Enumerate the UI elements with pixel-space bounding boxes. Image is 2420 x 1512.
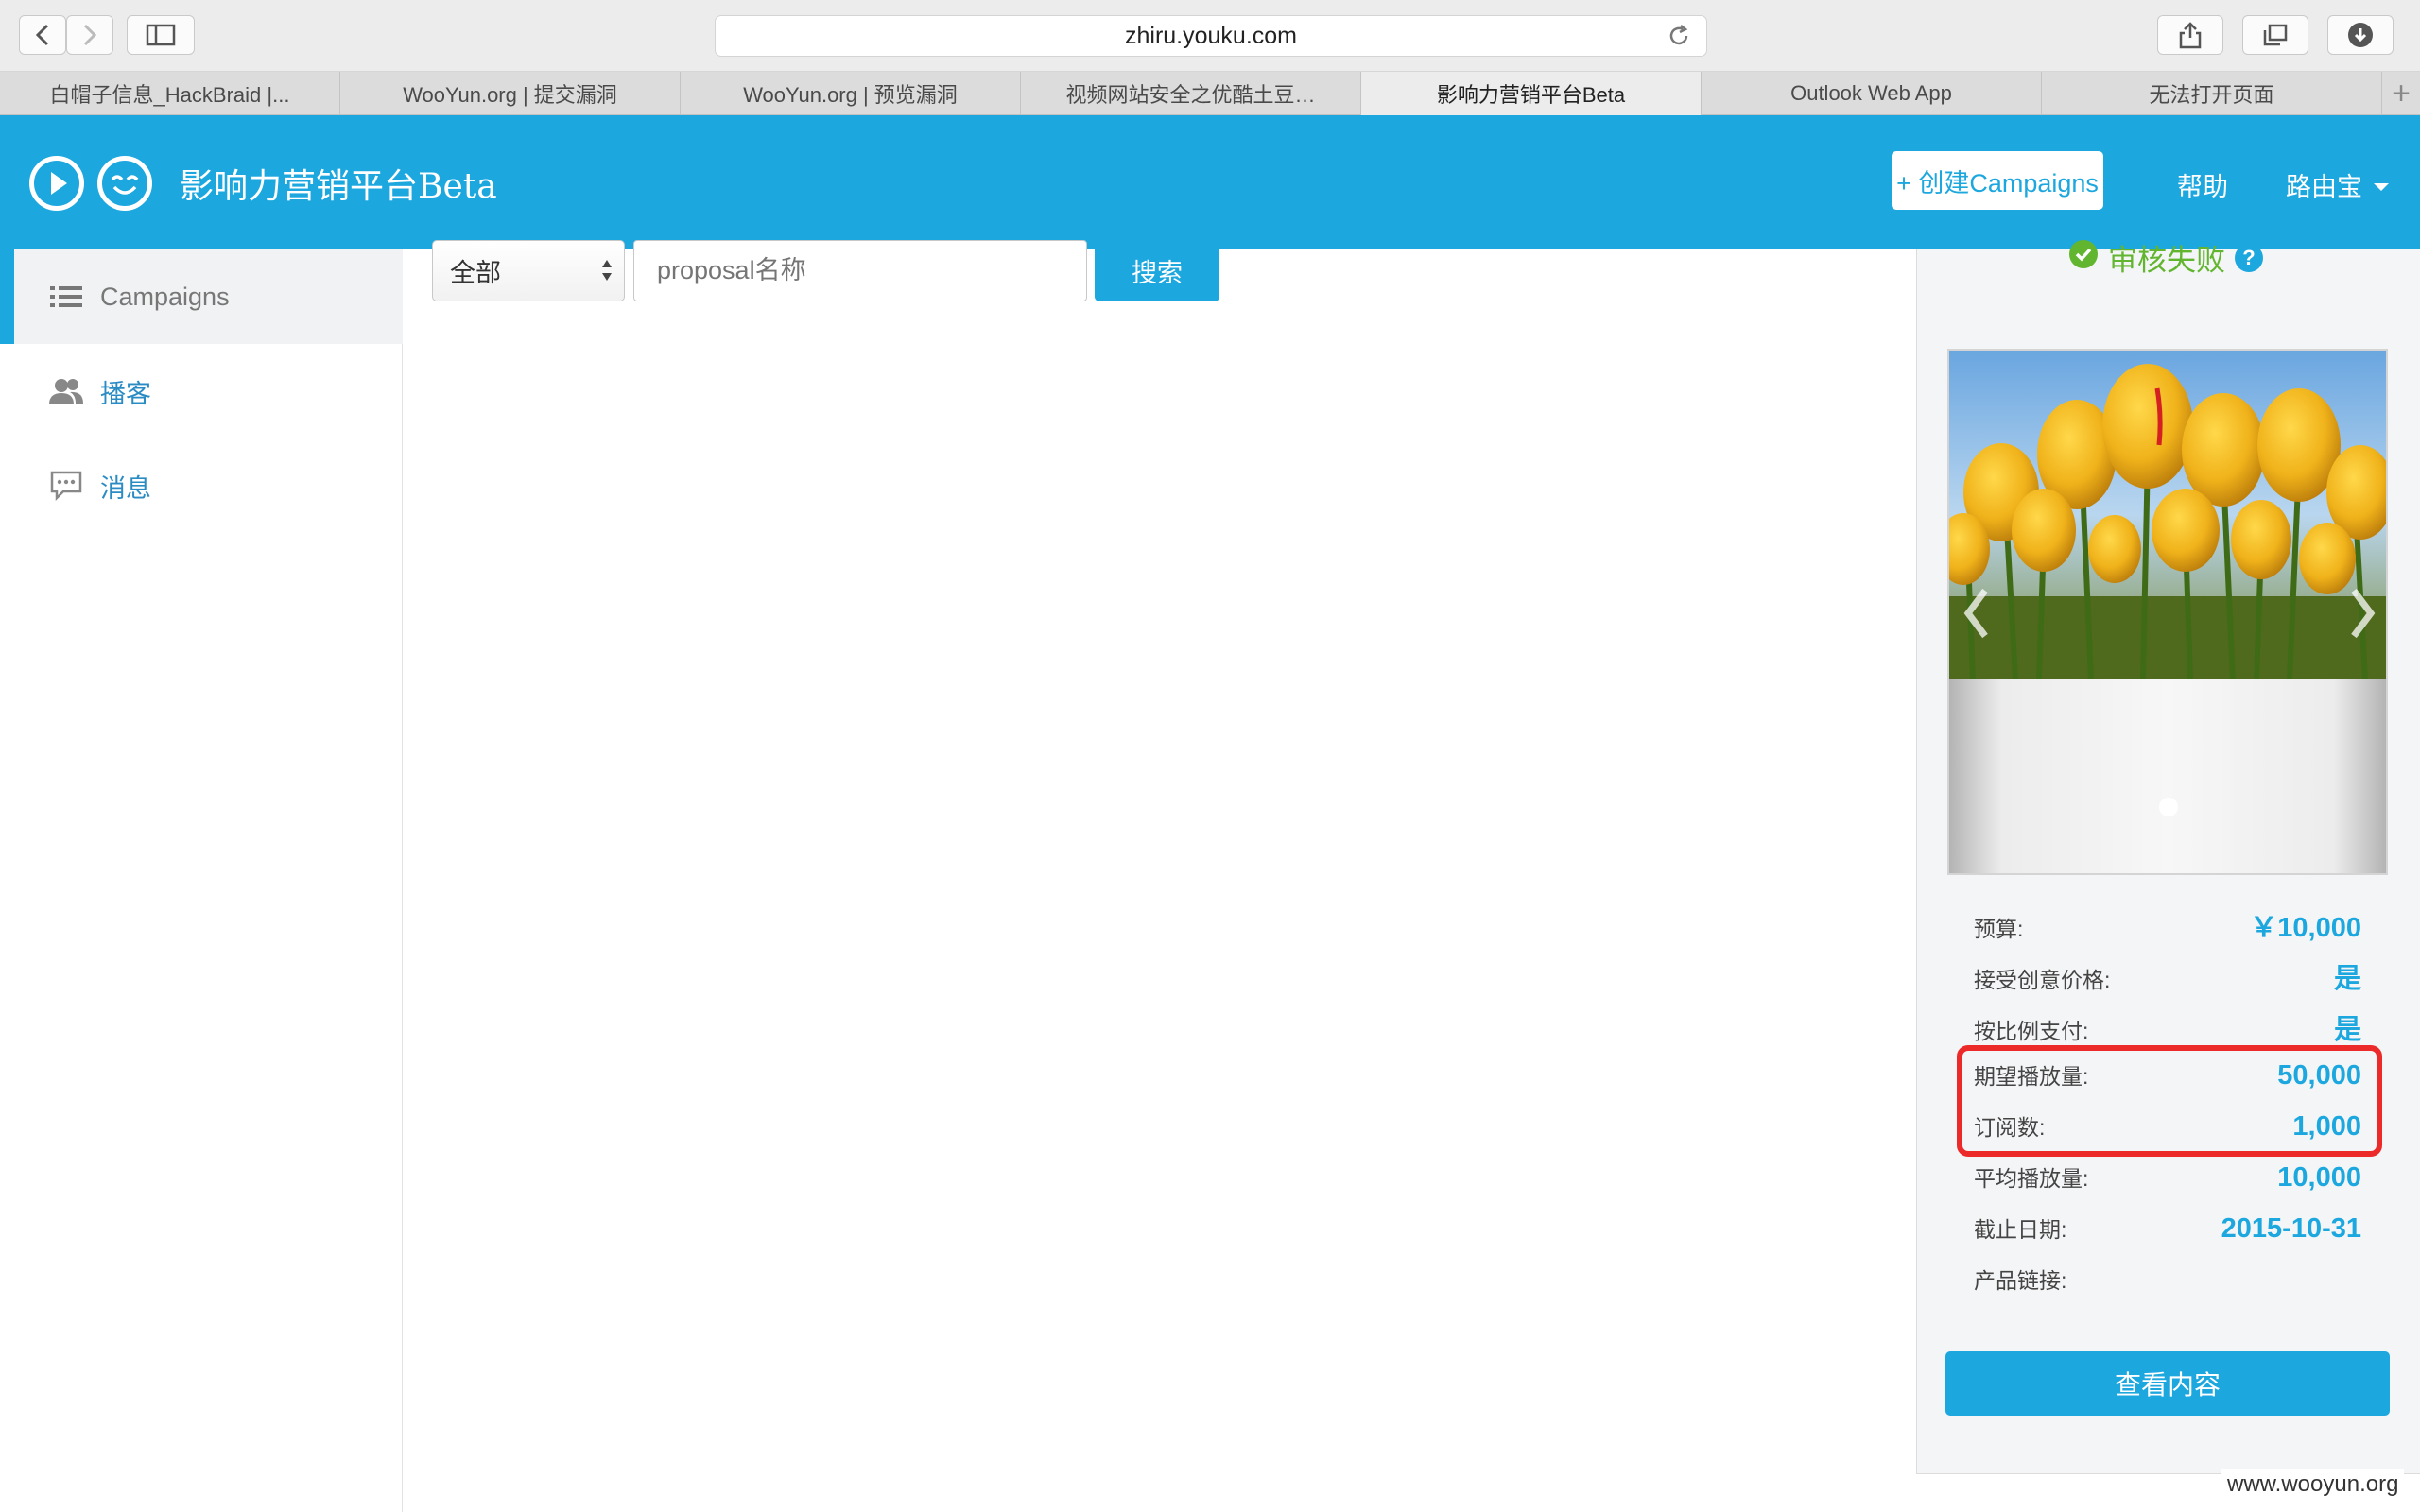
detail-label: 截止日期:	[1974, 1217, 2067, 1242]
user-name: 路由宝	[2286, 173, 2362, 201]
select-arrows-icon	[599, 254, 614, 293]
proposal-search-input[interactable]	[633, 240, 1087, 301]
status-filter-select[interactable]: 全部	[432, 240, 625, 301]
download-icon	[2348, 23, 2373, 47]
detail-value: 2015-10-31	[2221, 1213, 2361, 1244]
smile-logo-icon[interactable]	[97, 156, 152, 211]
tulip-photo	[1949, 351, 2386, 679]
message-icon	[49, 469, 83, 503]
sidebar-item-podcasters[interactable]: 播客	[0, 344, 403, 438]
detail-label: 按比例支付:	[1974, 1019, 2089, 1043]
caret-down-icon	[2374, 182, 2389, 191]
address-bar[interactable]: zhiru.youku.com	[715, 15, 1707, 57]
url-text: zhiru.youku.com	[1124, 22, 1298, 49]
tabs-overview-button[interactable]	[2242, 15, 2308, 55]
downloads-button[interactable]	[2327, 15, 2394, 55]
app-header: 影响力营销平台Beta + 创建Campaigns 帮助 路由宝	[0, 115, 2420, 249]
sidebar-item-label: Campaigns	[100, 282, 230, 311]
browser-toolbar: zhiru.youku.com	[0, 0, 2420, 72]
view-content-button[interactable]: 查看内容	[1945, 1351, 2390, 1416]
share-icon	[2179, 22, 2202, 49]
brand-title[interactable]: 影响力营销平台Beta	[180, 159, 497, 208]
tab-wooyun-submit[interactable]: WooYun.org | 提交漏洞	[340, 72, 681, 115]
detail-label: 产品链接:	[1974, 1268, 2067, 1293]
play-logo-icon[interactable]	[29, 156, 84, 211]
help-link[interactable]: 帮助	[2177, 166, 2228, 203]
image-carousel[interactable]	[1947, 349, 2388, 875]
chevron-right-icon	[83, 24, 97, 46]
sidebar-icon	[146, 24, 176, 46]
help-icon[interactable]: ?	[2235, 243, 2263, 272]
detail-label: 接受创意价格:	[1974, 968, 2111, 992]
tab-influence-platform[interactable]: 影响力营销平台Beta	[1361, 72, 1702, 115]
carousel-indicator[interactable]	[2159, 798, 2178, 816]
tab-bar: 白帽子信息_HackBraid |... WooYun.org | 提交漏洞 W…	[0, 72, 2420, 115]
check-circle-icon	[2068, 239, 2099, 277]
user-menu[interactable]: 路由宝	[2286, 166, 2389, 203]
sidebar-item-label: 播客	[100, 379, 151, 408]
search-button[interactable]: 搜索	[1095, 240, 1219, 301]
sidebar-item-label: 消息	[100, 473, 151, 503]
detail-value: ￥10,000	[2250, 913, 2361, 943]
forward-button[interactable]	[66, 15, 113, 55]
red-highlight-box	[1957, 1045, 2382, 1157]
create-campaign-button[interactable]: + 创建Campaigns	[1892, 151, 2103, 210]
share-button[interactable]	[2157, 15, 2223, 55]
detail-value: 10,000	[2277, 1162, 2361, 1193]
chevron-left-icon	[35, 24, 49, 46]
sidebar-item-messages[interactable]: 消息	[0, 438, 403, 533]
detail-row-product-link: 产品链接:	[1974, 1263, 2361, 1300]
tab-hackbraid[interactable]: 白帽子信息_HackBraid |...	[0, 72, 340, 115]
tab-outlook[interactable]: Outlook Web App	[1702, 72, 2042, 115]
tab-video-security[interactable]: 视频网站安全之优酷土豆…	[1021, 72, 1361, 115]
watermark: www.wooyun.org	[2221, 1469, 2405, 1500]
select-value: 全部	[450, 259, 501, 287]
detail-value: 是	[2333, 964, 2361, 994]
detail-label: 平均播放量:	[1974, 1166, 2089, 1191]
tab-error-page[interactable]: 无法打开页面	[2042, 72, 2382, 115]
detail-label: 预算:	[1974, 917, 2024, 941]
help-icon-glyph: ?	[2242, 245, 2256, 269]
detail-row-deadline: 截止日期: 2015-10-31	[1974, 1211, 2361, 1249]
detail-row-average-views: 平均播放量: 10,000	[1974, 1160, 2361, 1198]
back-button[interactable]	[19, 15, 66, 55]
detail-row-budget: 预算: ￥10,000	[1974, 905, 2361, 943]
status-text: 审核失败	[2108, 244, 2225, 277]
tab-wooyun-preview[interactable]: WooYun.org | 预览漏洞	[681, 72, 1021, 115]
detail-value: 是	[2333, 1015, 2361, 1045]
tabs-icon	[2263, 24, 2288, 46]
detail-row-accept-creative-price: 接受创意价格: 是	[1974, 956, 2361, 994]
new-tab-button[interactable]: +	[2382, 72, 2420, 115]
detail-row-proportional-pay: 按比例支付: 是	[1974, 1007, 2361, 1045]
carousel-prev-icon[interactable]	[1962, 587, 1991, 644]
users-icon	[49, 374, 83, 408]
sidebar: Campaigns 播客 消息	[0, 249, 403, 1512]
sidebar-toggle-button[interactable]	[127, 15, 195, 55]
carousel-next-icon[interactable]	[2348, 587, 2377, 644]
reload-icon[interactable]	[1667, 24, 1691, 55]
sidebar-item-campaigns[interactable]: Campaigns	[0, 249, 403, 344]
list-icon	[49, 280, 83, 314]
review-status: 审核失败 ?	[2068, 236, 2263, 279]
